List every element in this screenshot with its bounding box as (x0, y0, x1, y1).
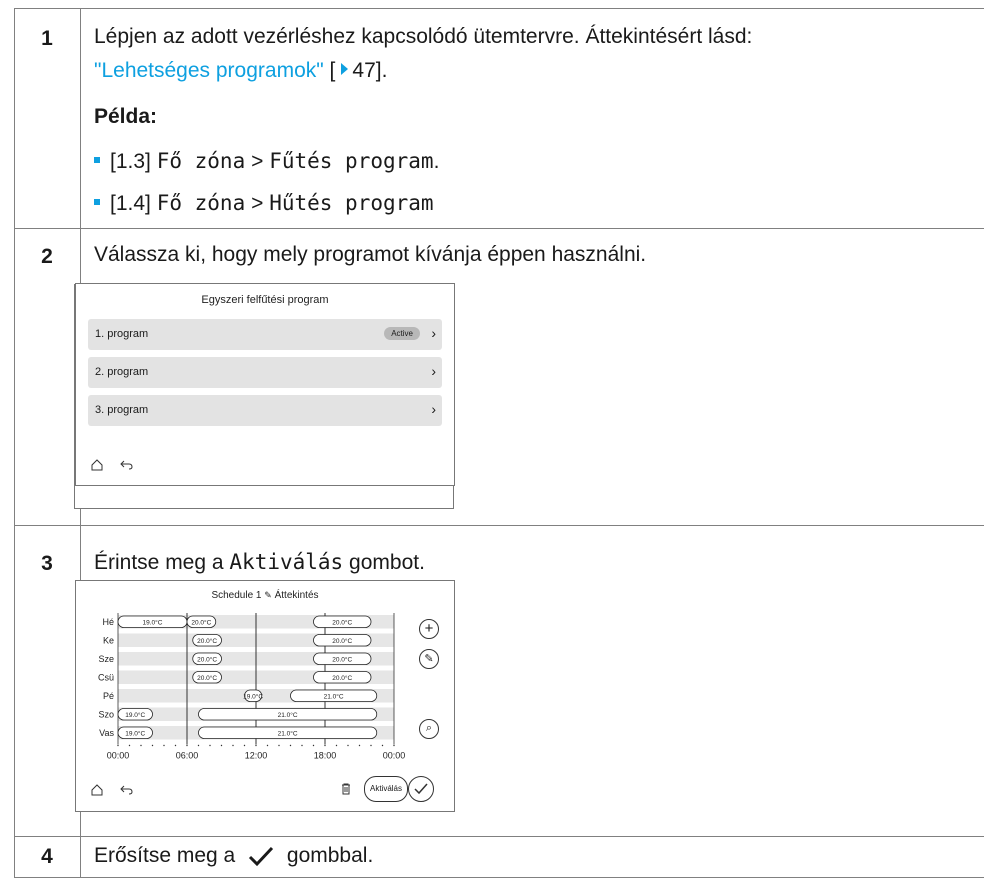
block-temperature: 20.0°C (332, 637, 352, 645)
block-temperature: 19.0°C (243, 693, 263, 701)
block-temperature: 20.0°C (191, 619, 211, 627)
hour-dot (289, 744, 292, 747)
day-label: Hé (102, 617, 114, 627)
hour-dot (128, 744, 131, 747)
home-icon[interactable] (90, 458, 104, 472)
hour-dot (220, 744, 223, 747)
program-item-3[interactable]: 3. program › (88, 395, 442, 426)
block-temperature: 20.0°C (332, 656, 352, 664)
block-temperature: 20.0°C (197, 674, 217, 682)
step-number: 3 (41, 552, 53, 575)
cross-reference-link[interactable]: "Lehetséges programok" (94, 59, 324, 82)
trash-icon[interactable] (341, 783, 351, 795)
zoom-button[interactable]: ⌕ (419, 719, 439, 739)
bullet-icon (94, 199, 100, 206)
time-tick-label: 18:00 (314, 751, 337, 761)
hour-dot (209, 744, 211, 747)
active-badge: Active (384, 327, 420, 340)
hour-dot (358, 744, 361, 747)
back-icon[interactable] (120, 784, 134, 796)
block-temperature: 19.0°C (125, 730, 145, 738)
day-label: Szo (98, 710, 114, 720)
block-temperature: 21.0°C (278, 711, 298, 719)
block-temperature: 19.0°C (143, 619, 163, 627)
activate-button[interactable]: Aktiválás (364, 776, 408, 802)
back-icon[interactable] (120, 459, 134, 471)
hour-dot (324, 744, 326, 747)
step-number: 4 (41, 845, 53, 868)
hour-dot (266, 744, 269, 747)
home-icon[interactable] (90, 783, 104, 797)
step-row-1: 1 Lépjen az adott vezérléshez kapcsolódó… (14, 8, 984, 229)
hour-dot (393, 744, 395, 747)
block-temperature: 20.0°C (197, 637, 217, 645)
block-temperature: 20.0°C (197, 656, 217, 664)
program-item-2[interactable]: 2. program › (88, 357, 442, 388)
hour-dot (117, 744, 119, 747)
time-tick-label: 00:00 (107, 751, 130, 761)
day-label: Ke (103, 636, 114, 646)
day-label: Csü (98, 673, 114, 683)
confirm-button[interactable] (408, 776, 434, 802)
hour-dot (232, 744, 234, 747)
step-instruction: Érintse meg a Aktiválás gombot. (94, 550, 425, 574)
bullet-item: [1.4] Fő zóna > Hűtés program (94, 187, 434, 220)
time-tick-label: 00:00 (383, 751, 406, 761)
screen-title: Egyszeri felfűtési program (201, 294, 329, 306)
hour-dot (197, 744, 200, 747)
block-temperature: 20.0°C (332, 619, 352, 627)
hour-dot (312, 744, 315, 747)
chevron-right-icon: › (431, 325, 436, 341)
block-temperature: 21.0°C (278, 730, 298, 738)
step-text: Lépjen az adott vezérléshez kapcsolódó ü… (94, 21, 752, 53)
hour-dot (381, 744, 384, 747)
time-tick-label: 06:00 (176, 751, 199, 761)
hour-dot (278, 744, 280, 747)
chevron-right-icon: › (431, 401, 436, 417)
step-instruction: Lépjen az adott vezérléshez kapcsolódó ü… (94, 25, 753, 48)
hour-dot (243, 744, 246, 747)
hour-dot (174, 744, 177, 747)
hour-dot (370, 744, 372, 747)
step-reference: "Lehetséges programok" [47]. (94, 59, 388, 82)
program-list-screen: Egyszeri felfűtési program 1. program Ac… (75, 283, 455, 486)
add-button[interactable]: + (419, 619, 439, 639)
schedule-screen: Schedule 1 ✎ Áttekintés Hé Ke Sze Csü Pé Szo V… (75, 580, 455, 812)
zoom-icon: ⌕ (425, 722, 433, 734)
hour-dot (255, 744, 257, 747)
checkmark-icon (414, 783, 428, 795)
edit-button[interactable]: ✎ (419, 649, 439, 669)
hour-dot (140, 744, 142, 747)
pencil-icon: ✎ (424, 653, 434, 665)
chevron-right-icon: › (431, 363, 436, 379)
step-row-4: 4 Erősítse meg a gombbal. (14, 836, 984, 878)
bullet-icon (94, 157, 100, 164)
step-instruction: Erősítse meg a gombbal. (94, 844, 374, 867)
hour-dot (186, 744, 188, 747)
checkmark-icon (249, 847, 274, 867)
block-temperature: 19.0°C (125, 711, 145, 719)
day-label: Sze (98, 654, 114, 664)
hour-dot (347, 744, 349, 747)
step-number: 1 (41, 27, 53, 50)
page-reference[interactable]: 47 (352, 59, 375, 82)
hour-dot (163, 744, 165, 747)
step-number: 2 (41, 245, 53, 268)
hour-dot (335, 744, 338, 747)
time-tick-label: 12:00 (245, 751, 268, 761)
step-instruction: Válassza ki, hogy mely programot kívánja… (94, 243, 647, 266)
hour-dot (151, 744, 154, 747)
activate-term: Aktiválás (229, 550, 344, 574)
block-temperature: 20.0°C (332, 674, 352, 682)
hour-dot (301, 744, 303, 747)
block-temperature: 21.0°C (324, 693, 344, 701)
day-label: Pé (103, 691, 114, 701)
example-label: Példa: (94, 105, 158, 128)
bullet-item: [1.3] Fő zóna > Fűtés program. (94, 145, 439, 178)
page-arrow-icon (341, 63, 349, 76)
program-item-1[interactable]: 1. program Active › (88, 319, 442, 350)
day-label: Vas (99, 728, 114, 738)
